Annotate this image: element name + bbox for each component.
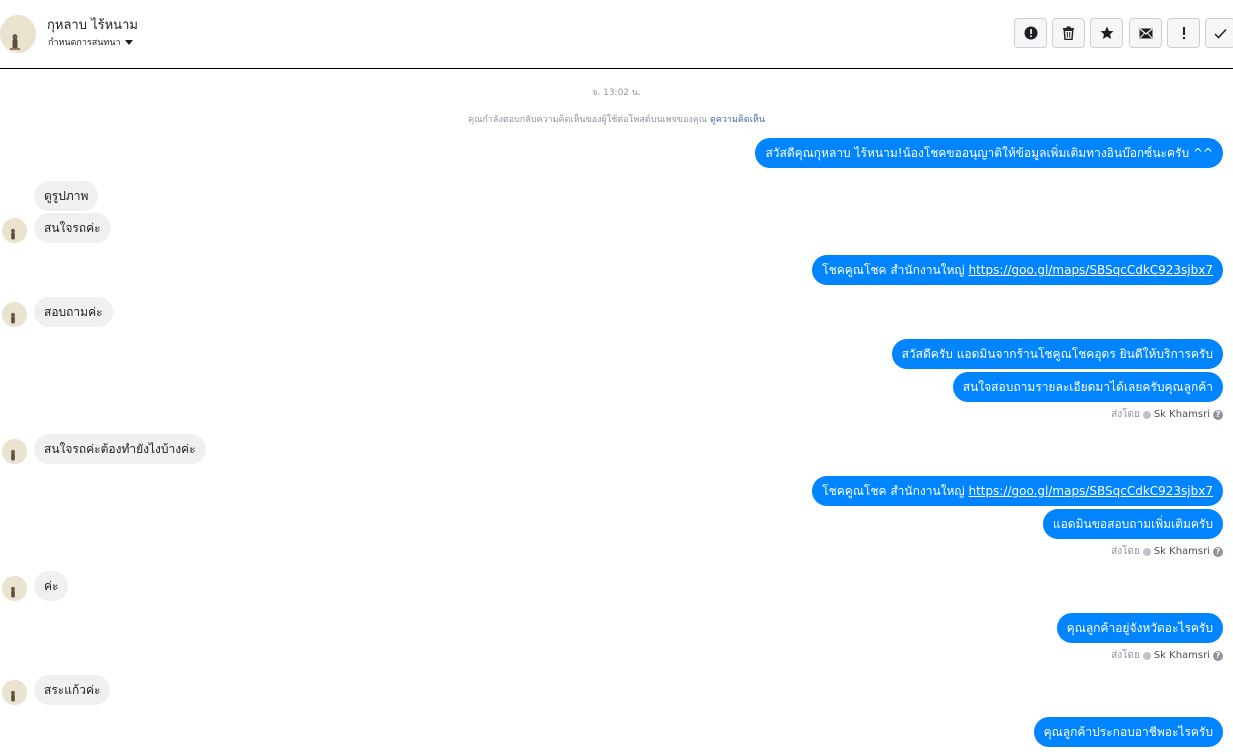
contact-avatar-small[interactable] [2, 302, 27, 327]
contact-avatar-small[interactable] [2, 680, 27, 705]
sender-name: Sk Khamsri [1153, 546, 1210, 557]
message-text: สอบถามค่ะ [44, 305, 103, 319]
message-text: สนใจรถค่ะต้องทำยังไงบ้างค่ะ [44, 442, 196, 456]
exclamation-icon [1182, 27, 1185, 39]
map-link[interactable]: https://goo.gl/maps/SBSqcCdkC923sjbx7 [968, 263, 1213, 277]
assign-conversation-dropdown[interactable]: กำหนดการสนทนา [48, 35, 133, 49]
outgoing-message[interactable]: สนใจสอบถามรายละเอียดมาได้เลยครับคุณลูกค้… [952, 372, 1223, 402]
sent-by-info: ส่งโดย Sk Khamsri ? [1111, 407, 1223, 422]
alert-circle-icon [1024, 26, 1037, 40]
outgoing-message[interactable]: โชคคูณโชค สำนักงานใหญ่ https://goo.gl/ma… [812, 476, 1223, 506]
comment-reply-notice: คุณกำลังตอบกลับความคิดเห็นของผู้ใช้ต่อโพ… [0, 112, 1233, 126]
mark-done-button[interactable] [1205, 18, 1233, 48]
sender-name: Sk Khamsri [1153, 650, 1210, 661]
message-text: คุณลูกค้าประกอบอาชีพอะไรครับ [1043, 725, 1213, 739]
message-text: สนใจสอบถามรายละเอียดมาได้เลยครับคุณลูกค้… [962, 380, 1213, 394]
assign-label: กำหนดการสนทนา [48, 38, 121, 48]
user-icon [1142, 547, 1151, 556]
outgoing-message[interactable]: สวัสดีคุณกุหลาบ ไร้หนาม!น้องโชคขออนุญาติ… [755, 138, 1223, 168]
star-button[interactable] [1090, 18, 1123, 48]
incoming-message[interactable]: สระแก้วค่ะ [34, 675, 111, 705]
message-text: ดูรูปภาพ [44, 189, 89, 203]
outgoing-message[interactable]: คุณลูกค้าอยู่จังหวัดอะไรครับ [1056, 613, 1223, 643]
incoming-message[interactable]: สนใจรถค่ะต้องทำยังไงบ้างค่ะ [34, 434, 206, 464]
message-text: โชคคูณโชค สำนักงานใหญ่ [822, 263, 969, 277]
contact-avatar-small[interactable] [2, 576, 27, 601]
conversation-header: กุหลาบ ไร้หนาม กำหนดการสนทนา [0, 0, 1233, 69]
contact-avatar[interactable] [0, 15, 36, 53]
message-text: สวัสดีครับ แอดมินจากร้านโชคูณโชคอุดร ยิน… [901, 347, 1213, 361]
message-text: แอดมินขอสอบถามเพิ่มเติมครับ [1052, 517, 1213, 531]
user-icon [1142, 410, 1151, 419]
contact-name[interactable]: กุหลาบ ไร้หนาม [47, 14, 138, 35]
mark-spam-button[interactable] [1014, 18, 1047, 48]
contact-avatar-small[interactable] [2, 439, 27, 464]
sent-by-label: ส่งโดย [1111, 650, 1140, 661]
message-text: สวัสดีคุณกุหลาบ ไร้หนาม!น้องโชคขออนุญาติ… [765, 146, 1213, 160]
envelope-icon [1139, 28, 1152, 38]
message-timestamp: จ. 13:02 น. [592, 88, 641, 98]
help-icon[interactable]: ? [1213, 650, 1223, 661]
user-icon [1142, 651, 1151, 660]
outgoing-message[interactable]: คุณลูกค้าประกอบอาชีพอะไรครับ [1033, 717, 1223, 747]
trash-icon [1063, 26, 1074, 40]
message-text: โชคคูณโชค สำนักงานใหญ่ [822, 484, 969, 498]
message-text: ค่ะ [44, 579, 59, 593]
delete-button[interactable] [1052, 18, 1085, 48]
message-text: สนใจรถค่ะ [44, 221, 101, 235]
sent-by-label: ส่งโดย [1111, 409, 1140, 420]
incoming-message[interactable]: ค่ะ [34, 571, 69, 601]
check-icon [1213, 28, 1227, 39]
follow-up-button[interactable] [1167, 18, 1200, 48]
incoming-message[interactable]: ดูรูปภาพ [34, 181, 99, 211]
outgoing-message[interactable]: โชคคูณโชค สำนักงานใหญ่ https://goo.gl/ma… [812, 255, 1223, 285]
message-text: สระแก้วค่ะ [44, 683, 101, 697]
notice-text: คุณกำลังตอบกลับความคิดเห็นของผู้ใช้ต่อโพ… [468, 115, 708, 125]
help-icon[interactable]: ? [1213, 546, 1223, 557]
map-link[interactable]: https://goo.gl/maps/SBSqcCdkC923sjbx7 [968, 484, 1213, 498]
outgoing-message[interactable]: แอดมินขอสอบถามเพิ่มเติมครับ [1042, 509, 1223, 539]
view-comment-link[interactable]: ดูความคิดเห็น [710, 115, 765, 125]
message-text: คุณลูกค้าอยู่จังหวัดอะไรครับ [1066, 621, 1213, 635]
outgoing-message[interactable]: สวัสดีครับ แอดมินจากร้านโชคูณโชคอุดร ยิน… [891, 339, 1223, 369]
mark-unread-button[interactable] [1129, 18, 1162, 48]
star-icon [1100, 26, 1113, 39]
incoming-message[interactable]: สอบถามค่ะ [34, 297, 113, 327]
help-icon[interactable]: ? [1213, 409, 1223, 420]
sender-name: Sk Khamsri [1153, 409, 1210, 420]
sent-by-label: ส่งโดย [1111, 546, 1140, 557]
sent-by-info: ส่งโดย Sk Khamsri ? [1111, 544, 1223, 559]
chevron-down-icon [124, 39, 133, 45]
sent-by-info: ส่งโดย Sk Khamsri ? [1111, 648, 1223, 663]
contact-avatar-small[interactable] [2, 218, 27, 243]
incoming-message[interactable]: สนใจรถค่ะ [34, 213, 111, 243]
